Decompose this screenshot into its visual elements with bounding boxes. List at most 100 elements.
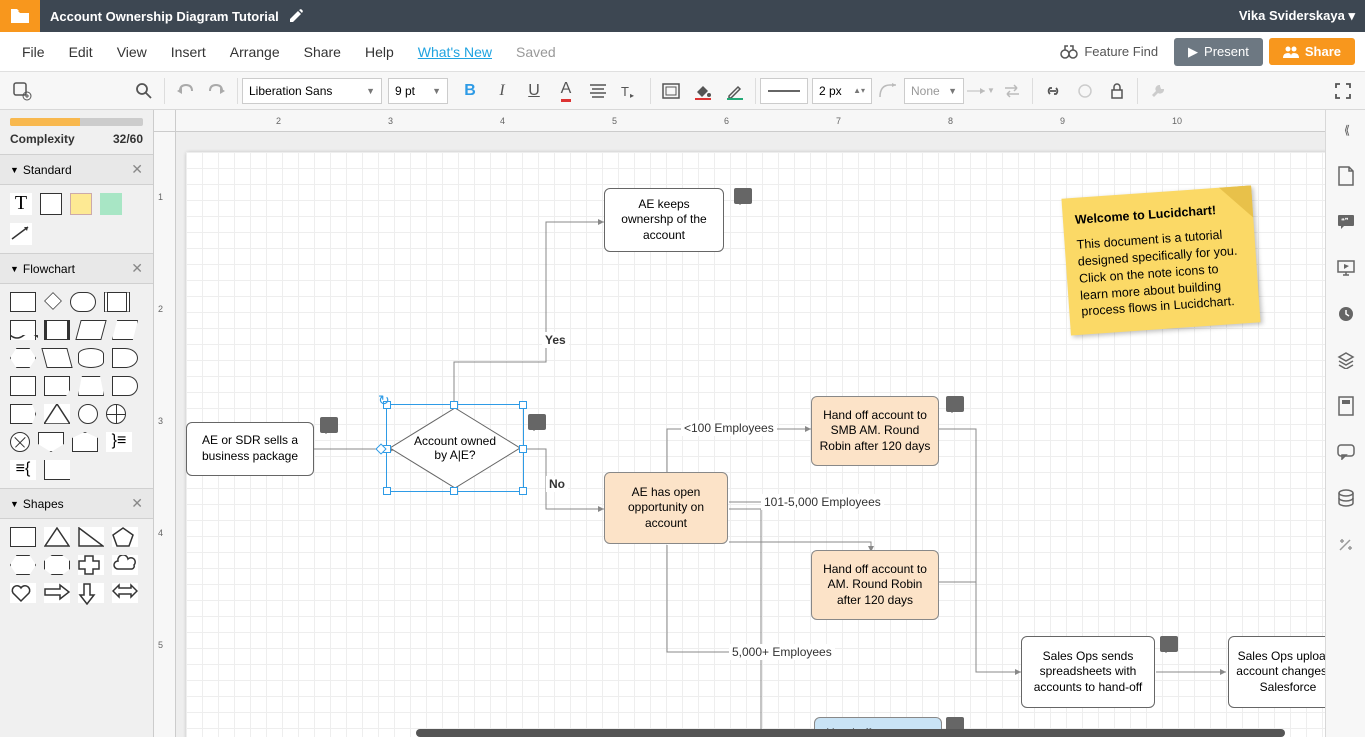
fc-s5[interactable] [41,348,72,368]
search-icon[interactable] [128,75,160,107]
border-color-icon[interactable] [719,75,751,107]
fc-process[interactable] [10,292,36,312]
swap-icon[interactable] [996,75,1028,107]
sh-rect[interactable] [10,527,36,547]
close-icon[interactable]: ✕ [131,260,143,277]
menu-share[interactable]: Share [292,44,353,60]
horizontal-scrollbar[interactable] [416,729,1285,737]
fc-s8[interactable] [10,376,36,396]
sh-cloud[interactable] [112,555,138,575]
sh-rtri[interactable] [78,527,104,547]
feature-find[interactable]: Feature Find [1060,44,1158,59]
comment-icon[interactable] [1160,636,1178,652]
fc-terminator[interactable] [70,292,96,312]
shape-line[interactable] [10,223,32,245]
wrench-icon[interactable] [1142,75,1174,107]
chat-icon[interactable] [1332,438,1360,466]
fc-s15[interactable] [106,404,126,424]
fc-s3[interactable] [112,320,138,340]
sh-tri[interactable] [44,527,70,547]
fc-s17[interactable] [38,432,64,452]
font-select[interactable]: Liberation Sans▼ [242,78,382,104]
layer-select[interactable]: None▼ [904,78,964,104]
data-icon[interactable] [1332,484,1360,512]
sh-hex[interactable] [10,555,36,575]
fc-s20[interactable]: ≡{ [10,460,36,480]
fc-s19[interactable]: }≡ [106,432,132,452]
font-color-icon[interactable]: A [550,75,582,107]
text-options-icon[interactable]: T▸ [614,75,646,107]
collapse-icon[interactable]: ⟨⟨ [1332,116,1360,144]
add-shape-icon[interactable] [6,75,38,107]
menu-file[interactable]: File [10,44,57,60]
sh-arr-lr[interactable] [112,583,138,603]
rotate-handle[interactable]: ↻ [378,392,390,409]
node-am[interactable]: Hand off account to AM. Round Robin afte… [811,550,939,620]
undo-icon[interactable] [169,75,201,107]
node-smb[interactable]: Hand off account to SMB AM. Round Robin … [811,396,939,466]
folder-icon[interactable] [0,0,40,32]
master-icon[interactable] [1332,392,1360,420]
share-button[interactable]: Share [1269,38,1355,65]
rename-icon[interactable] [289,9,303,23]
comment-icon[interactable] [320,417,338,433]
italic-icon[interactable]: I [486,75,518,107]
present-button[interactable]: ▶ Present [1174,38,1263,66]
close-icon[interactable]: ✕ [131,495,143,512]
line-type-icon[interactable] [872,75,904,107]
shape-rect[interactable] [40,193,62,215]
node-start[interactable]: AE or SDR sells a business package [186,422,314,476]
lock-icon[interactable] [1101,75,1133,107]
line-width-select[interactable]: 2 px▲▾ [812,78,872,104]
menu-arrange[interactable]: Arrange [218,44,292,60]
close-icon[interactable]: ✕ [131,161,143,178]
node-salesops2[interactable]: Sales Ops uploads account changes in Sal… [1228,636,1325,708]
fc-s18[interactable] [72,432,98,452]
fc-s7[interactable] [112,348,138,368]
magic-icon[interactable] [1332,530,1360,558]
fill-icon[interactable] [655,75,687,107]
sh-heart[interactable] [10,583,36,603]
node-open-opp[interactable]: AE has open opportunity on account [604,472,728,544]
underline-icon[interactable]: U [518,75,550,107]
sticky-note[interactable]: Welcome to Lucidchart! This document is … [1061,186,1260,336]
fc-s2[interactable] [75,320,106,340]
sh-arr-r[interactable] [44,583,70,603]
sh-pent[interactable] [112,527,138,547]
font-size-select[interactable]: 9 pt▼ [388,78,448,104]
comment-icon[interactable] [946,396,964,412]
node-salesops1[interactable]: Sales Ops sends spreadsheets with accoun… [1021,636,1155,708]
fc-s6[interactable] [78,348,104,368]
fc-decision[interactable] [44,292,62,310]
fc-s9[interactable] [44,376,70,396]
comment-icon[interactable] [528,414,546,430]
redo-icon[interactable] [201,75,233,107]
fc-s21[interactable] [44,460,70,480]
panel-standard[interactable]: ▼Standard✕ [0,154,153,185]
history-icon[interactable] [1332,300,1360,328]
fc-s10[interactable] [78,376,104,396]
shape-text[interactable]: T [10,193,32,215]
canvas[interactable]: AE or SDR sells a business package Accou… [176,132,1325,737]
fill-color-icon[interactable] [687,75,719,107]
align-icon[interactable] [582,75,614,107]
line-style-select[interactable] [760,78,808,104]
sh-arr-d[interactable] [78,583,104,603]
panel-flowchart[interactable]: ▼Flowchart✕ [0,253,153,284]
layers-icon[interactable] [1069,75,1101,107]
comment-panel-icon[interactable]: ❝❞ [1332,208,1360,236]
doc-title[interactable]: Account Ownership Diagram Tutorial [50,9,279,24]
menu-insert[interactable]: Insert [159,44,218,60]
fc-s4[interactable] [10,348,36,368]
fullscreen-icon[interactable] [1327,75,1359,107]
bold-icon[interactable]: B [454,75,486,107]
sh-oct[interactable] [44,555,70,575]
fc-predefined[interactable] [104,292,130,312]
panel-shapes[interactable]: ▼Shapes✕ [0,488,153,519]
arrow-start-icon[interactable]: ▼ [964,75,996,107]
node-keep[interactable]: AE keeps ownershp of the account [604,188,724,252]
shape-block[interactable] [100,193,122,215]
fc-document[interactable] [10,320,36,340]
fc-s12[interactable] [10,404,36,424]
menu-edit[interactable]: Edit [57,44,105,60]
